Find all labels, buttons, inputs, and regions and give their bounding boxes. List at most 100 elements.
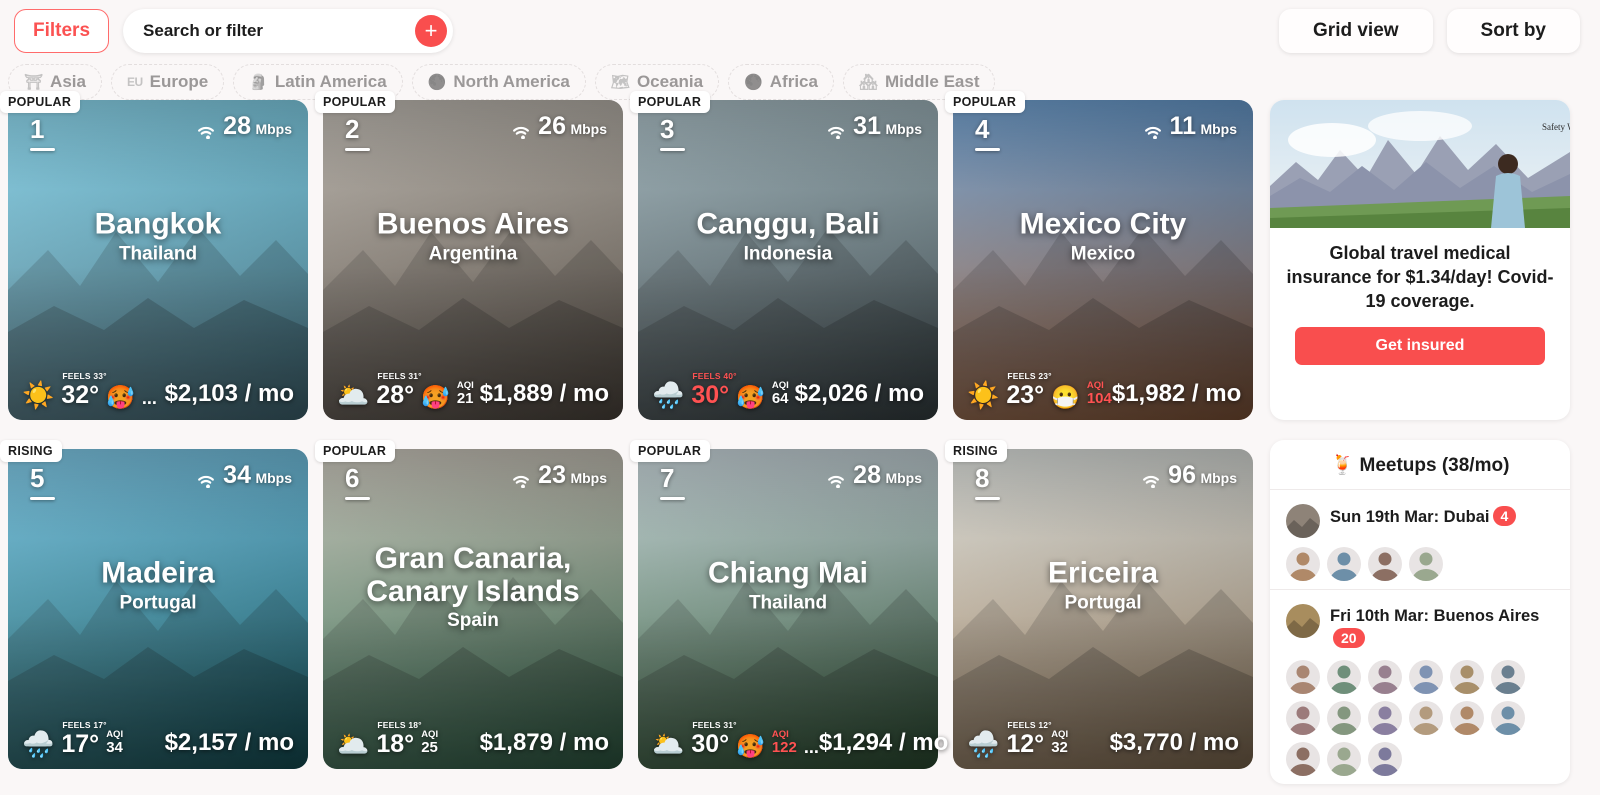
city-title-block: Madeira Portugal bbox=[8, 557, 308, 614]
sort-by-button[interactable]: Sort by bbox=[1446, 9, 1580, 53]
meetup-count-badge: 4 bbox=[1492, 506, 1517, 527]
region-icon: EU bbox=[126, 74, 143, 89]
avatar[interactable] bbox=[1409, 659, 1443, 694]
avatar[interactable] bbox=[1450, 659, 1484, 694]
avatar[interactable] bbox=[1327, 741, 1361, 776]
weather-icon: 🌥️ bbox=[337, 728, 370, 759]
add-icon[interactable]: + bbox=[415, 15, 448, 47]
speed-unit: Mbps bbox=[255, 121, 292, 137]
avatar[interactable] bbox=[1327, 700, 1361, 735]
wifi-icon bbox=[825, 123, 847, 144]
speed-value: 96 bbox=[1168, 460, 1196, 489]
city-card[interactable]: POPULAR 6 23 Mbps Gran Canaria, Canary I… bbox=[315, 439, 623, 769]
city-name: Buenos Aires bbox=[376, 208, 570, 242]
grid-view-button[interactable]: Grid view bbox=[1279, 9, 1433, 53]
country-name: Mexico bbox=[1070, 243, 1136, 265]
region-chip-africa[interactable]: 🌑 Africa bbox=[728, 63, 834, 100]
weather-block: 🌥️ FEELS 31° 30° 🥵 AQI 122 ... bbox=[652, 720, 819, 758]
avatar[interactable] bbox=[1368, 700, 1402, 735]
city-card[interactable]: RISING 8 96 Mbps Ericeira Portugal 🌧️ FE… bbox=[945, 439, 1253, 769]
status-badge: POPULAR bbox=[0, 91, 81, 113]
weather-face-icon: 🥵 bbox=[736, 384, 765, 410]
temperature-value: 18° bbox=[376, 729, 415, 758]
city-title-block: Ericeira Portugal bbox=[953, 557, 1253, 614]
aqi-value: 104 bbox=[1086, 390, 1112, 408]
aqi-value: 122 bbox=[771, 739, 797, 757]
city-stats-bar: 🌧️ FEELS 17° 17° AQI 34 $2,157 / mo bbox=[8, 720, 308, 757]
avatar[interactable] bbox=[1409, 700, 1443, 735]
country-name: Thailand bbox=[748, 592, 828, 614]
weather-face-icon: 😷 bbox=[1051, 384, 1080, 410]
meetups-title: 🍹 Meetups (38/mo) bbox=[1270, 440, 1570, 490]
weather-block: 🌥️ FEELS 18° 18° AQI 25 bbox=[337, 720, 438, 757]
internet-speed: 28 Mbps bbox=[195, 114, 292, 144]
aqi-indicator: AQI 32 bbox=[1051, 730, 1068, 756]
aqi-value: 21 bbox=[456, 390, 474, 408]
wifi-icon bbox=[825, 472, 847, 493]
avatar[interactable] bbox=[1286, 547, 1320, 581]
city-card[interactable]: POPULAR 4 11 Mbps Mexico City Mexico ☀️ bbox=[945, 91, 1253, 420]
avatar[interactable] bbox=[1286, 741, 1320, 776]
wifi-icon bbox=[510, 123, 532, 144]
city-card[interactable]: POPULAR 2 26 Mbps Buenos Aires Argentina… bbox=[315, 91, 623, 420]
avatar[interactable] bbox=[1327, 659, 1361, 694]
get-insured-button[interactable]: Get insured bbox=[1295, 327, 1545, 366]
speed-value: 11 bbox=[1169, 112, 1196, 140]
cost-of-living: $2,103 / mo bbox=[164, 380, 294, 407]
wifi-icon bbox=[195, 123, 217, 144]
meetup-item[interactable]: Fri 10th Mar: Buenos Aires 20 bbox=[1270, 589, 1570, 784]
meetup-attendees bbox=[1286, 659, 1554, 776]
avatar[interactable] bbox=[1286, 659, 1320, 694]
region-chip-label: North America bbox=[453, 71, 570, 91]
insurance-ad-image: Safety W bbox=[1270, 100, 1570, 228]
region-chip-europe[interactable]: EU Europe bbox=[110, 63, 225, 100]
city-card[interactable]: POPULAR 1 28 Mbps Bangkok Thailand ☀️ FE… bbox=[0, 91, 308, 420]
wifi-icon bbox=[195, 472, 217, 493]
weather-block: 🌧️ FEELS 40° 30° 🥵 AQI 64 bbox=[652, 371, 789, 410]
city-card[interactable]: POPULAR 7 28 Mbps Chiang Mai Thailand 🌥️ bbox=[630, 439, 948, 769]
city-stats-bar: 🌧️ FEELS 12° 12° AQI 32 $3,770 / mo bbox=[953, 720, 1253, 757]
status-badge: POPULAR bbox=[630, 91, 711, 113]
avatar[interactable] bbox=[1368, 741, 1402, 776]
cost-of-living: $3,770 / mo bbox=[1109, 728, 1239, 756]
rank-number: 3 bbox=[660, 114, 685, 151]
region-chip-label: Africa bbox=[769, 71, 818, 91]
rank-number: 8 bbox=[975, 463, 1000, 500]
internet-speed: 96 Mbps bbox=[1140, 460, 1237, 493]
insurance-ad-text: Global travel medical insurance for $1.3… bbox=[1286, 243, 1554, 311]
aqi-indicator: AQI 25 bbox=[421, 730, 438, 756]
avatar[interactable] bbox=[1327, 547, 1361, 581]
city-card-grid: POPULAR 1 28 Mbps Bangkok Thailand ☀️ FE… bbox=[0, 91, 1256, 784]
insurance-ad-card[interactable]: Safety W Global travel medical insurance… bbox=[1270, 100, 1570, 420]
city-stats-bar: 🌥️ FEELS 18° 18° AQI 25 $1,879 / mo bbox=[323, 720, 623, 757]
aqi-value: 64 bbox=[771, 390, 789, 408]
rank-number: 5 bbox=[30, 463, 55, 500]
avatar[interactable] bbox=[1368, 659, 1402, 694]
city-card[interactable]: RISING 5 34 Mbps Madeira Portugal 🌧️ FEE… bbox=[0, 439, 308, 769]
status-badge: RISING bbox=[0, 439, 62, 462]
rank-number: 1 bbox=[30, 114, 55, 151]
search-input[interactable] bbox=[123, 9, 454, 53]
avatar[interactable] bbox=[1491, 659, 1525, 694]
avatar[interactable] bbox=[1491, 700, 1525, 735]
city-name: Chiang Mai bbox=[707, 556, 868, 590]
meetup-title: Sun 19th Mar: Dubai bbox=[1330, 508, 1490, 526]
speed-value: 23 bbox=[538, 460, 566, 489]
meetup-item[interactable]: Sun 19th Mar: Dubai 4 bbox=[1270, 490, 1570, 589]
avatar[interactable] bbox=[1450, 700, 1484, 735]
city-card[interactable]: POPULAR 3 31 Mbps Canggu, Bali Indonesia… bbox=[630, 91, 938, 420]
weather-face-icon: 🥵 bbox=[421, 384, 450, 410]
avatar[interactable] bbox=[1409, 547, 1443, 581]
aqi-indicator: AQI 21 bbox=[457, 381, 474, 407]
filters-button[interactable]: Filters bbox=[14, 9, 110, 53]
region-chip-north-america[interactable]: 🌑 North America bbox=[411, 63, 586, 100]
city-stats-bar: 🌧️ FEELS 40° 30° 🥵 AQI 64 $2,026 / mo bbox=[638, 371, 938, 410]
status-badge: POPULAR bbox=[630, 439, 711, 462]
more-indicator: ... bbox=[141, 388, 157, 408]
meetup-attendees bbox=[1286, 547, 1554, 581]
temperature-block: FEELS 33° 32° bbox=[61, 371, 106, 408]
aqi-value: 34 bbox=[106, 739, 123, 757]
avatar[interactable] bbox=[1368, 547, 1402, 581]
region-filter-chips: ⛩ Asia EU Europe 🗿 Latin America 🌑 North Americ… bbox=[0, 54, 1600, 100]
avatar[interactable] bbox=[1286, 700, 1320, 735]
